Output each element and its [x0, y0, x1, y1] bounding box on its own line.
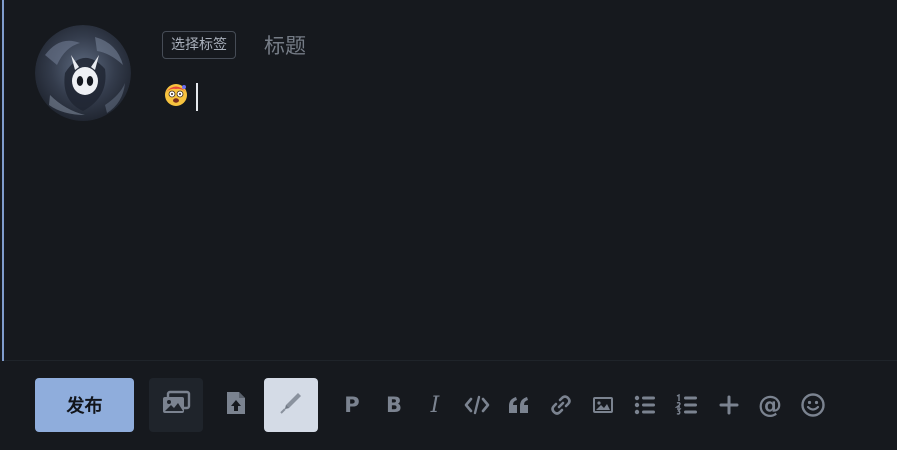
plus-icon	[718, 394, 740, 416]
link-icon	[549, 393, 573, 417]
italic-tool[interactable]: I	[421, 391, 449, 419]
emoji-tool[interactable]	[799, 391, 827, 419]
select-tag-button[interactable]: 选择标签	[162, 31, 236, 59]
italic-label: I	[430, 392, 440, 418]
bold-label: B	[385, 393, 402, 417]
title-input[interactable]	[264, 32, 864, 60]
pen-icon	[278, 390, 304, 420]
file-upload-button[interactable]	[209, 378, 263, 432]
dizzy-face-emoji-icon	[164, 83, 188, 111]
code-icon	[464, 395, 490, 415]
pen-mode-button[interactable]	[264, 378, 318, 432]
avatar	[35, 25, 131, 121]
image-tool[interactable]	[589, 391, 617, 419]
image-gallery-button[interactable]	[149, 378, 203, 432]
paragraph-tool[interactable]: P	[338, 391, 366, 419]
mention-icon: @	[758, 391, 782, 419]
mention-tool[interactable]: @	[756, 391, 784, 419]
image-icon	[591, 395, 615, 415]
post-editor: 选择标签 发布	[0, 0, 897, 450]
emoji-icon	[800, 392, 826, 418]
numbered-list-tool[interactable]	[673, 391, 701, 419]
content-editor[interactable]	[164, 83, 198, 111]
publish-button[interactable]: 发布	[35, 378, 134, 432]
insert-more-tool[interactable]	[715, 391, 743, 419]
quote-tool[interactable]	[505, 391, 533, 419]
quote-icon	[507, 395, 531, 415]
link-tool[interactable]	[547, 391, 575, 419]
text-caret	[196, 83, 198, 111]
bullet-list-tool[interactable]	[631, 391, 659, 419]
bold-tool[interactable]: B	[380, 391, 408, 419]
image-gallery-icon	[161, 390, 191, 420]
paragraph-label: P	[344, 393, 360, 417]
code-tool[interactable]	[463, 391, 491, 419]
bullet-list-icon	[633, 394, 657, 416]
file-upload-icon	[225, 390, 247, 420]
numbered-list-icon	[675, 394, 699, 416]
